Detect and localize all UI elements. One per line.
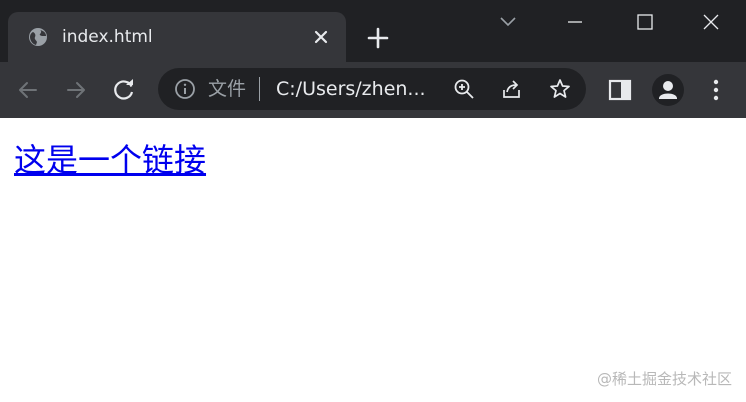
more-menu-icon[interactable]	[702, 76, 730, 104]
file-scheme-label: 文件	[208, 78, 247, 100]
url-text[interactable]: C:/Users/zhen...	[276, 78, 426, 100]
minimize-icon	[568, 21, 582, 23]
star-icon[interactable]	[548, 77, 572, 101]
address-bar[interactable]: 文件 C:/Users/zhen...	[158, 68, 586, 110]
forward-arrow-icon[interactable]	[62, 76, 90, 104]
title-bar: index.html	[0, 0, 746, 62]
close-tab-icon[interactable]	[310, 26, 332, 48]
separator	[259, 77, 260, 101]
tab-title: index.html	[62, 27, 153, 47]
profile-avatar-icon[interactable]	[652, 74, 684, 106]
page-link[interactable]: 这是一个链接	[14, 140, 206, 180]
close-icon	[703, 14, 719, 30]
globe-icon	[29, 28, 47, 46]
reload-icon[interactable]	[110, 76, 138, 104]
close-window-button[interactable]	[676, 0, 746, 44]
browser-toolbar: 文件 C:/Users/zhen...	[0, 62, 746, 118]
side-panel-icon[interactable]	[606, 76, 634, 104]
tab-index-html[interactable]: index.html	[8, 12, 346, 62]
page-content: 这是一个链接 @稀土掘金技术社区	[0, 118, 746, 402]
chevron-down-icon[interactable]	[496, 12, 520, 32]
maximize-icon	[637, 14, 653, 30]
info-icon[interactable]	[174, 78, 196, 100]
new-tab-icon[interactable]	[364, 24, 392, 52]
watermark: @稀土掘金技术社区	[596, 370, 732, 388]
zoom-icon[interactable]	[452, 77, 476, 101]
minimize-button[interactable]	[540, 0, 610, 44]
back-arrow-icon[interactable]	[14, 76, 42, 104]
maximize-button[interactable]	[610, 0, 680, 44]
share-icon[interactable]	[500, 77, 524, 101]
